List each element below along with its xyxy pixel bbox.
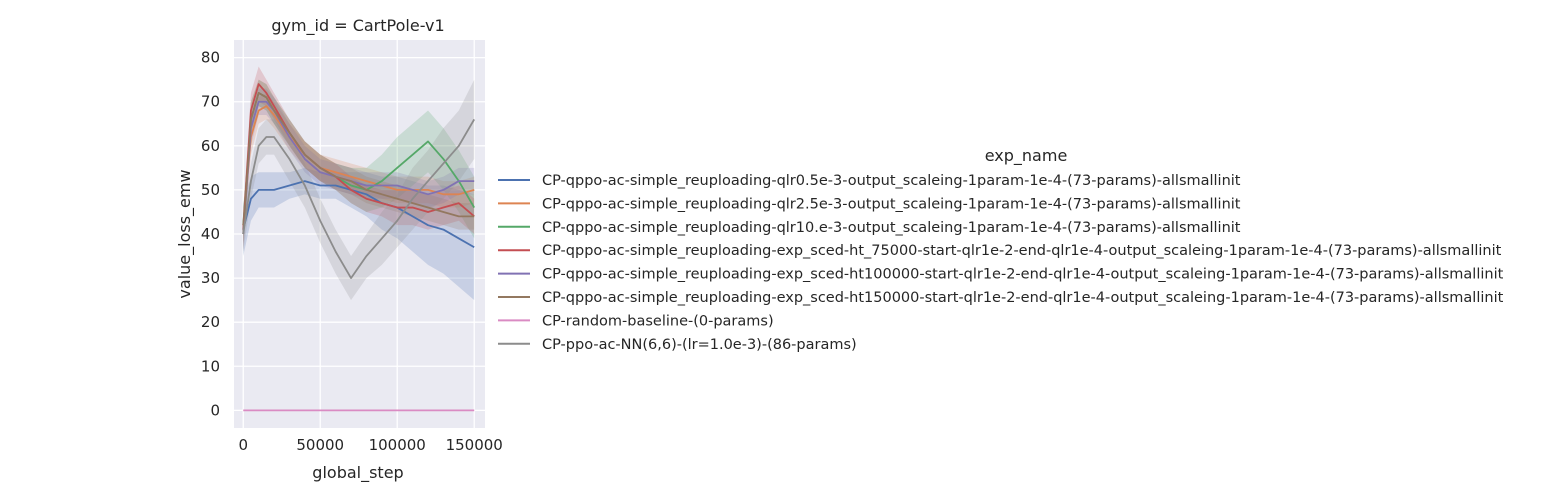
x-tick-labels: 0 50000 100000 150000	[238, 436, 502, 454]
legend-title: exp_name	[985, 146, 1068, 166]
legend-entry-label: CP-qppo-ac-simple_reuploading-exp_sced-h…	[542, 243, 1502, 259]
y-tick-labels: 0 10 20 30 40 50 60 70 80	[201, 49, 220, 420]
x-tick-label: 50000	[296, 436, 344, 454]
legend-entry-label: CP-ppo-ac-NN(6,6)-(lr=1.0e-3)-(86-params…	[542, 337, 857, 353]
legend-entry-label: CP-qppo-ac-simple_reuploading-exp_sced-h…	[542, 267, 1504, 283]
chart: 0 50000 100000 150000 0 10 20 30 40 50 60 70 80 gym…	[175, 16, 1504, 483]
legend-entry-label: CP-qppo-ac-simple_reuploading-qlr10.e-3-…	[542, 220, 1241, 236]
legend-entry-label: CP-random-baseline-(0-params)	[542, 313, 774, 329]
y-tick-label: 60	[201, 137, 220, 155]
x-axis-label: global_step	[312, 463, 403, 483]
y-tick-label: 10	[201, 357, 220, 375]
y-tick-label: 70	[201, 93, 220, 111]
y-tick-label: 20	[201, 313, 220, 331]
y-tick-label: 0	[210, 401, 220, 419]
chart-title: gym_id = CartPole-v1	[271, 16, 444, 36]
y-tick-label: 30	[201, 269, 220, 287]
y-tick-label: 50	[201, 181, 220, 199]
y-axis-label: value_loss_emw	[175, 169, 195, 298]
y-tick-label: 40	[201, 225, 220, 243]
legend-entries: CP-qppo-ac-simple_reuploading-qlr0.5e-3-…	[498, 173, 1504, 353]
legend-entry-label: CP-qppo-ac-simple_reuploading-exp_sced-h…	[542, 290, 1504, 306]
x-tick-label: 0	[238, 436, 248, 454]
legend-entry-label: CP-qppo-ac-simple_reuploading-qlr0.5e-3-…	[542, 173, 1241, 189]
x-tick-label: 100000	[369, 436, 426, 454]
legend: exp_name CP-qppo-ac-simple_reuploading-q…	[498, 146, 1504, 353]
legend-entry-label: CP-qppo-ac-simple_reuploading-qlr2.5e-3-…	[542, 196, 1241, 212]
y-tick-label: 80	[201, 49, 220, 67]
x-tick-label: 150000	[446, 436, 503, 454]
